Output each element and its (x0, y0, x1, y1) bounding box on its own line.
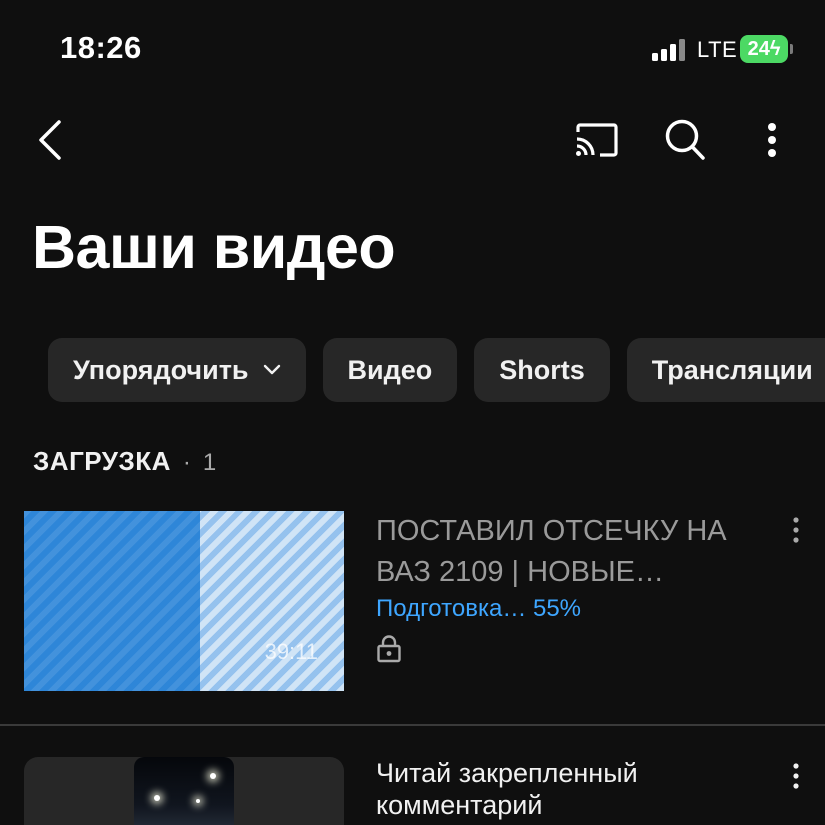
battery-level: 24ϟ (740, 38, 788, 61)
cast-icon (576, 123, 618, 157)
search-button[interactable] (662, 116, 708, 164)
charging-bolt-icon: ϟ (769, 38, 781, 60)
video-menu-button[interactable] (784, 517, 808, 547)
search-icon (665, 119, 705, 160)
video-title[interactable]: Читай закрепленный комментарий (376, 757, 756, 821)
cast-button[interactable] (572, 118, 620, 162)
street-lamp (210, 773, 216, 779)
section-header: ЗАГРУЗКА · 1 (33, 446, 216, 477)
street-lamp (154, 795, 160, 801)
video-menu-button[interactable] (784, 763, 808, 793)
more-vertical-icon (793, 763, 799, 789)
network-type: LTE (697, 37, 738, 62)
filter-chips: Упорядочить Видео Shorts Трансляции (48, 338, 825, 402)
more-vertical-icon (768, 123, 776, 157)
back-button[interactable] (28, 118, 72, 162)
page-title: Ваши видео (32, 213, 396, 281)
chip-live[interactable]: Трансляции (626, 338, 825, 402)
video-thumbnail[interactable]: 39:11 (24, 511, 344, 691)
status-bar: 18:26 LTE 24ϟ (0, 0, 825, 100)
chip-live-label: Трансляции (651, 354, 813, 385)
more-vertical-icon (793, 517, 799, 543)
sort-chip-label: Упорядочить (73, 354, 249, 385)
top-app-bar (0, 100, 825, 180)
cellular-signal-icon (652, 39, 690, 61)
lock-icon (377, 635, 401, 663)
video-duration: 39:11 (264, 639, 318, 664)
video-thumbnail[interactable] (24, 757, 344, 825)
upload-status: Подготовка… 55% (376, 595, 582, 622)
thumbnail-image-night-parking (134, 757, 234, 825)
chevron-down-icon (263, 364, 280, 375)
battery-percent: 24 (747, 38, 770, 60)
chip-videos-label: Видео (347, 354, 433, 385)
video-title[interactable]: ПОСТАВИЛ ОТСЕЧКУ НА ВАЗ 2109 | НОВЫЕ… (376, 511, 756, 593)
section-separator: · (182, 449, 191, 476)
video-row[interactable]: Читай закрепленный комментарий (0, 757, 825, 825)
more-options-button[interactable] (752, 116, 792, 164)
chip-shorts-label: Shorts (499, 354, 585, 385)
battery-icon: 24ϟ (740, 35, 793, 63)
section-divider (0, 724, 825, 726)
status-time: 18:26 (60, 30, 142, 65)
chip-videos[interactable]: Видео (322, 338, 458, 402)
section-count: 1 (202, 449, 217, 476)
chip-shorts[interactable]: Shorts (474, 338, 610, 402)
sort-chip[interactable]: Упорядочить (48, 338, 306, 402)
section-title: ЗАГРУЗКА (33, 446, 171, 476)
video-row-uploading[interactable]: 39:11 ПОСТАВИЛ ОТСЕЧКУ НА ВАЗ 2109 | НОВ… (0, 511, 825, 693)
chevron-left-icon (39, 120, 61, 160)
street-lamp (196, 799, 200, 803)
